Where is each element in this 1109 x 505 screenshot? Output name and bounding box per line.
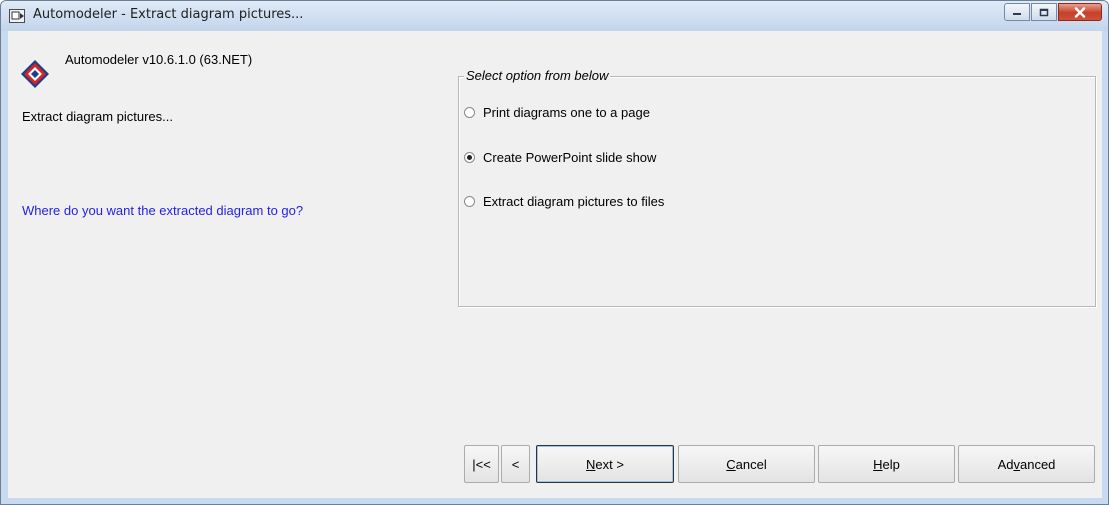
cancel-button[interactable]: Cancel [678,445,815,483]
back-button[interactable]: < [501,445,530,483]
maximize-icon [1039,8,1049,16]
first-button[interactable]: |<< [464,445,499,483]
advanced-button[interactable]: Ad v anced [958,445,1095,483]
minimize-icon [1013,13,1021,15]
option-extract-to-files-label: Extract diagram pictures to files [483,193,665,209]
option-print-diagrams-label: Print diagrams one to a page [483,104,650,120]
app-icon [9,9,25,23]
question-text: Where do you want the extracted diagram … [22,203,304,218]
back-button-label: < [511,456,520,472]
next-button-accelerator: N [586,456,596,472]
version-label: Automodeler v10.6.1.0 (63.NET) [65,52,253,67]
first-button-label: |<< [472,456,491,472]
help-button-accelerator: H [873,456,883,472]
advanced-button-label: anced [1019,456,1056,472]
app-window: Automodeler - Extract diagram pictures..… [0,0,1109,505]
cancel-button-accelerator: C [726,456,736,472]
radio-print-diagrams[interactable] [464,106,475,118]
automodeler-logo-icon [21,60,49,88]
close-button[interactable] [1058,3,1102,21]
minimize-button[interactable] [1004,3,1030,21]
caption-buttons [1003,3,1102,23]
advanced-button-label-pre: Ad [997,456,1014,472]
dialog-client-area: Automodeler v10.6.1.0 (63.NET) Extract d… [8,31,1102,498]
next-button-label: ext > [595,456,624,472]
option-powerpoint-slide-show[interactable]: Create PowerPoint slide show [464,149,656,165]
radio-extract-to-files[interactable] [464,195,475,207]
maximize-button[interactable] [1031,3,1057,21]
close-icon [1074,6,1086,18]
help-button[interactable]: Help [818,445,955,483]
window-title: Automodeler - Extract diagram pictures..… [33,7,304,22]
next-button[interactable]: Next > [536,445,674,483]
option-powerpoint-slide-show-label: Create PowerPoint slide show [483,149,657,165]
options-group: Select option from below Print diagrams … [458,68,1096,307]
help-button-label: elp [882,456,900,472]
page-heading: Extract diagram pictures... [22,109,173,124]
title-bar[interactable]: Automodeler - Extract diagram pictures..… [1,1,1108,31]
cancel-button-label: ancel [735,456,767,472]
option-extract-to-files[interactable]: Extract diagram pictures to files [464,193,664,209]
radio-powerpoint-slide-show[interactable] [464,151,475,163]
options-legend: Select option from below [464,68,611,83]
option-print-diagrams[interactable]: Print diagrams one to a page [464,104,650,120]
